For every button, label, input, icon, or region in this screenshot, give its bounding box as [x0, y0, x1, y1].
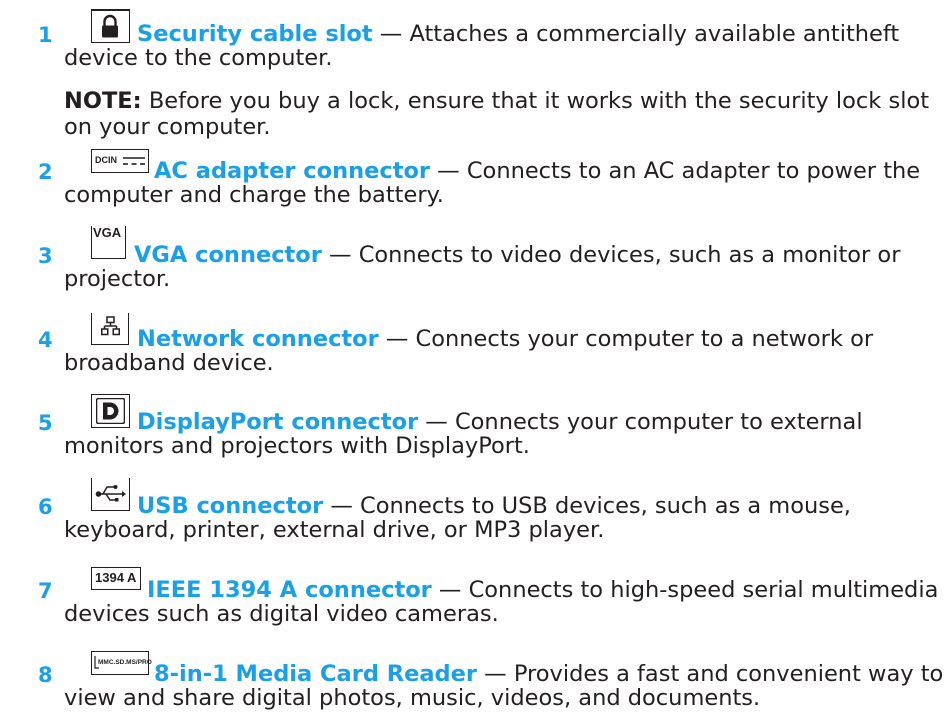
note-line-1: NOTE: Before you buy a lock, ensure that… [64, 87, 929, 115]
item-separator: — [378, 326, 416, 352]
item-number: 7 [38, 579, 53, 603]
network-icon [91, 313, 129, 345]
item-description: Connects to an AC adapter to power the [466, 158, 921, 184]
usb-icon [91, 478, 130, 511]
item-description-continued: broadband device. [64, 350, 274, 376]
item-description-continued: device to the computer. [64, 45, 333, 71]
lock-icon [91, 9, 130, 43]
item-description-continued: computer and charge the battery. [64, 182, 444, 208]
item-number: 3 [38, 244, 53, 268]
media-card-icon-label: MMC.SD.MS/PRO [98, 659, 152, 666]
item-description-continued: keyboard, printer, external drive, or MP… [64, 517, 605, 543]
vga-icon: VGA [91, 225, 126, 259]
item-description: Connects to video devices, such as a mon… [358, 242, 901, 268]
displayport-icon [91, 394, 130, 428]
item-number: 4 [38, 328, 53, 352]
ieee1394-icon-label: 1394 A [95, 570, 137, 585]
item-description: Attaches a commercially available antith… [409, 21, 900, 47]
dc-power-icon: DCIN [91, 149, 149, 173]
item-description-continued: monitors and projectors with DisplayPort… [64, 433, 530, 459]
item-number: 1 [38, 23, 53, 47]
item-number: 6 [38, 495, 53, 519]
ieee1394-icon: 1394 A [91, 567, 141, 590]
item-number: 5 [38, 411, 53, 435]
item-number: 8 [38, 663, 53, 687]
item-description: Connects your computer to a network or [415, 326, 874, 352]
note-label: NOTE: [64, 88, 142, 114]
item-number: 2 [38, 160, 53, 184]
item-description-continued: devices such as digital video cameras. [64, 601, 499, 627]
dc-power-icon-label: DCIN [95, 155, 117, 165]
vga-icon-label: VGA [93, 225, 122, 240]
item-line-1: VGA connector — Connects to video device… [134, 241, 900, 269]
item-description-continued: view and share digital photos, music, vi… [64, 685, 761, 711]
item-separator: — [372, 21, 410, 47]
item-description: Connects to high-speed serial multimedia [468, 577, 939, 603]
connector-list: 1 Security cable slot — Attaches a comme… [0, 0, 947, 721]
note-line-2: on your computer. [64, 114, 271, 140]
item-description-continued: projector. [64, 266, 171, 292]
item-separator: — [321, 242, 359, 268]
note-text: Before you buy a lock, ensure that it wo… [141, 88, 930, 114]
media-card-icon: MMC.SD.MS/PRO [91, 651, 152, 675]
